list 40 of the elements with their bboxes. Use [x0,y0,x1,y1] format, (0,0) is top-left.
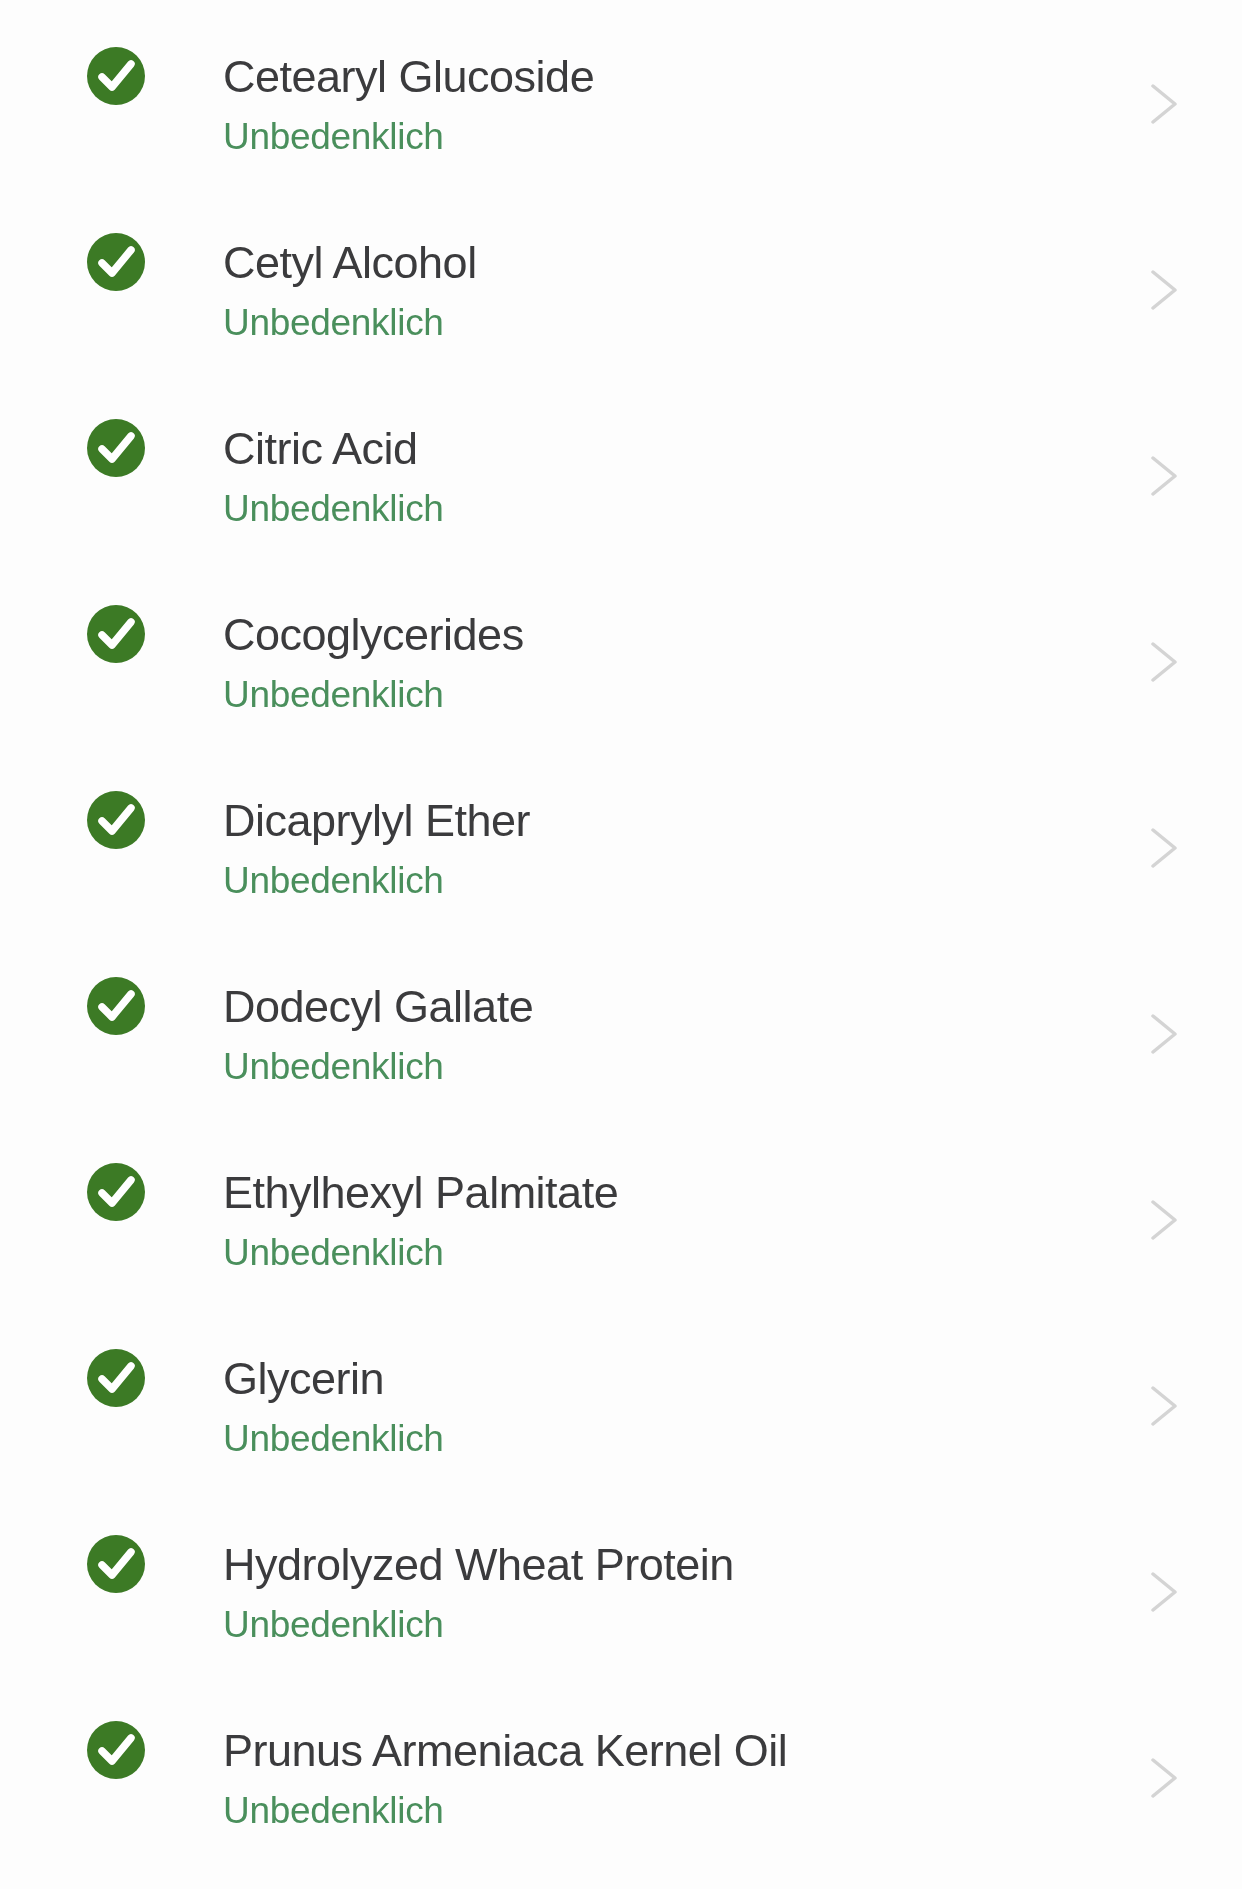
chevron-right-icon[interactable] [1151,828,1177,868]
ingredient-name: Cocoglycerides [223,607,524,662]
safety-rating: Unbedenklich [223,1416,444,1461]
check-circle-icon [87,977,145,1035]
chevron-right-icon[interactable] [1151,1200,1177,1240]
chevron-right-icon[interactable] [1151,1572,1177,1612]
chevron-right-icon[interactable] [1151,270,1177,310]
ingredient-name: Glycerin [223,1351,385,1406]
chevron-right-icon[interactable] [1151,456,1177,496]
chevron-right-icon[interactable] [1151,84,1177,124]
check-circle-icon [87,1721,145,1779]
chevron-right-icon[interactable] [1151,1386,1177,1426]
ingredient-name: Dodecyl Gallate [223,979,534,1034]
ingredient-name: Ethylhexyl Palmitate [223,1165,619,1220]
safety-rating: Unbedenklich [223,1602,444,1647]
ingredient-name: Dicaprylyl Ether [223,793,531,848]
check-circle-icon [87,1535,145,1593]
ingredient-name: Citric Acid [223,421,418,476]
ingredient-name: Prunus Armeniaca Kernel Oil [223,1723,788,1778]
check-circle-icon [87,233,145,291]
check-circle-icon [87,47,145,105]
chevron-right-icon[interactable] [1151,1758,1177,1798]
check-circle-icon [87,1163,145,1221]
safety-rating: Unbedenklich [223,1788,444,1833]
ingredient-name: Cetyl Alcohol [223,235,477,290]
safety-rating: Unbedenklich [223,672,444,717]
safety-rating: Unbedenklich [223,114,444,159]
ingredient-name: Hydrolyzed Wheat Protein [223,1537,734,1592]
check-circle-icon [87,605,145,663]
safety-rating: Unbedenklich [223,486,444,531]
check-circle-icon [87,419,145,477]
chevron-right-icon[interactable] [1151,1014,1177,1054]
safety-rating: Unbedenklich [223,1230,444,1275]
safety-rating: Unbedenklich [223,1044,444,1089]
safety-rating: Unbedenklich [223,858,444,903]
chevron-right-icon[interactable] [1151,642,1177,682]
check-circle-icon [87,1349,145,1407]
check-circle-icon [87,791,145,849]
safety-rating: Unbedenklich [223,300,444,345]
ingredient-name: Cetearyl Glucoside [223,49,595,104]
